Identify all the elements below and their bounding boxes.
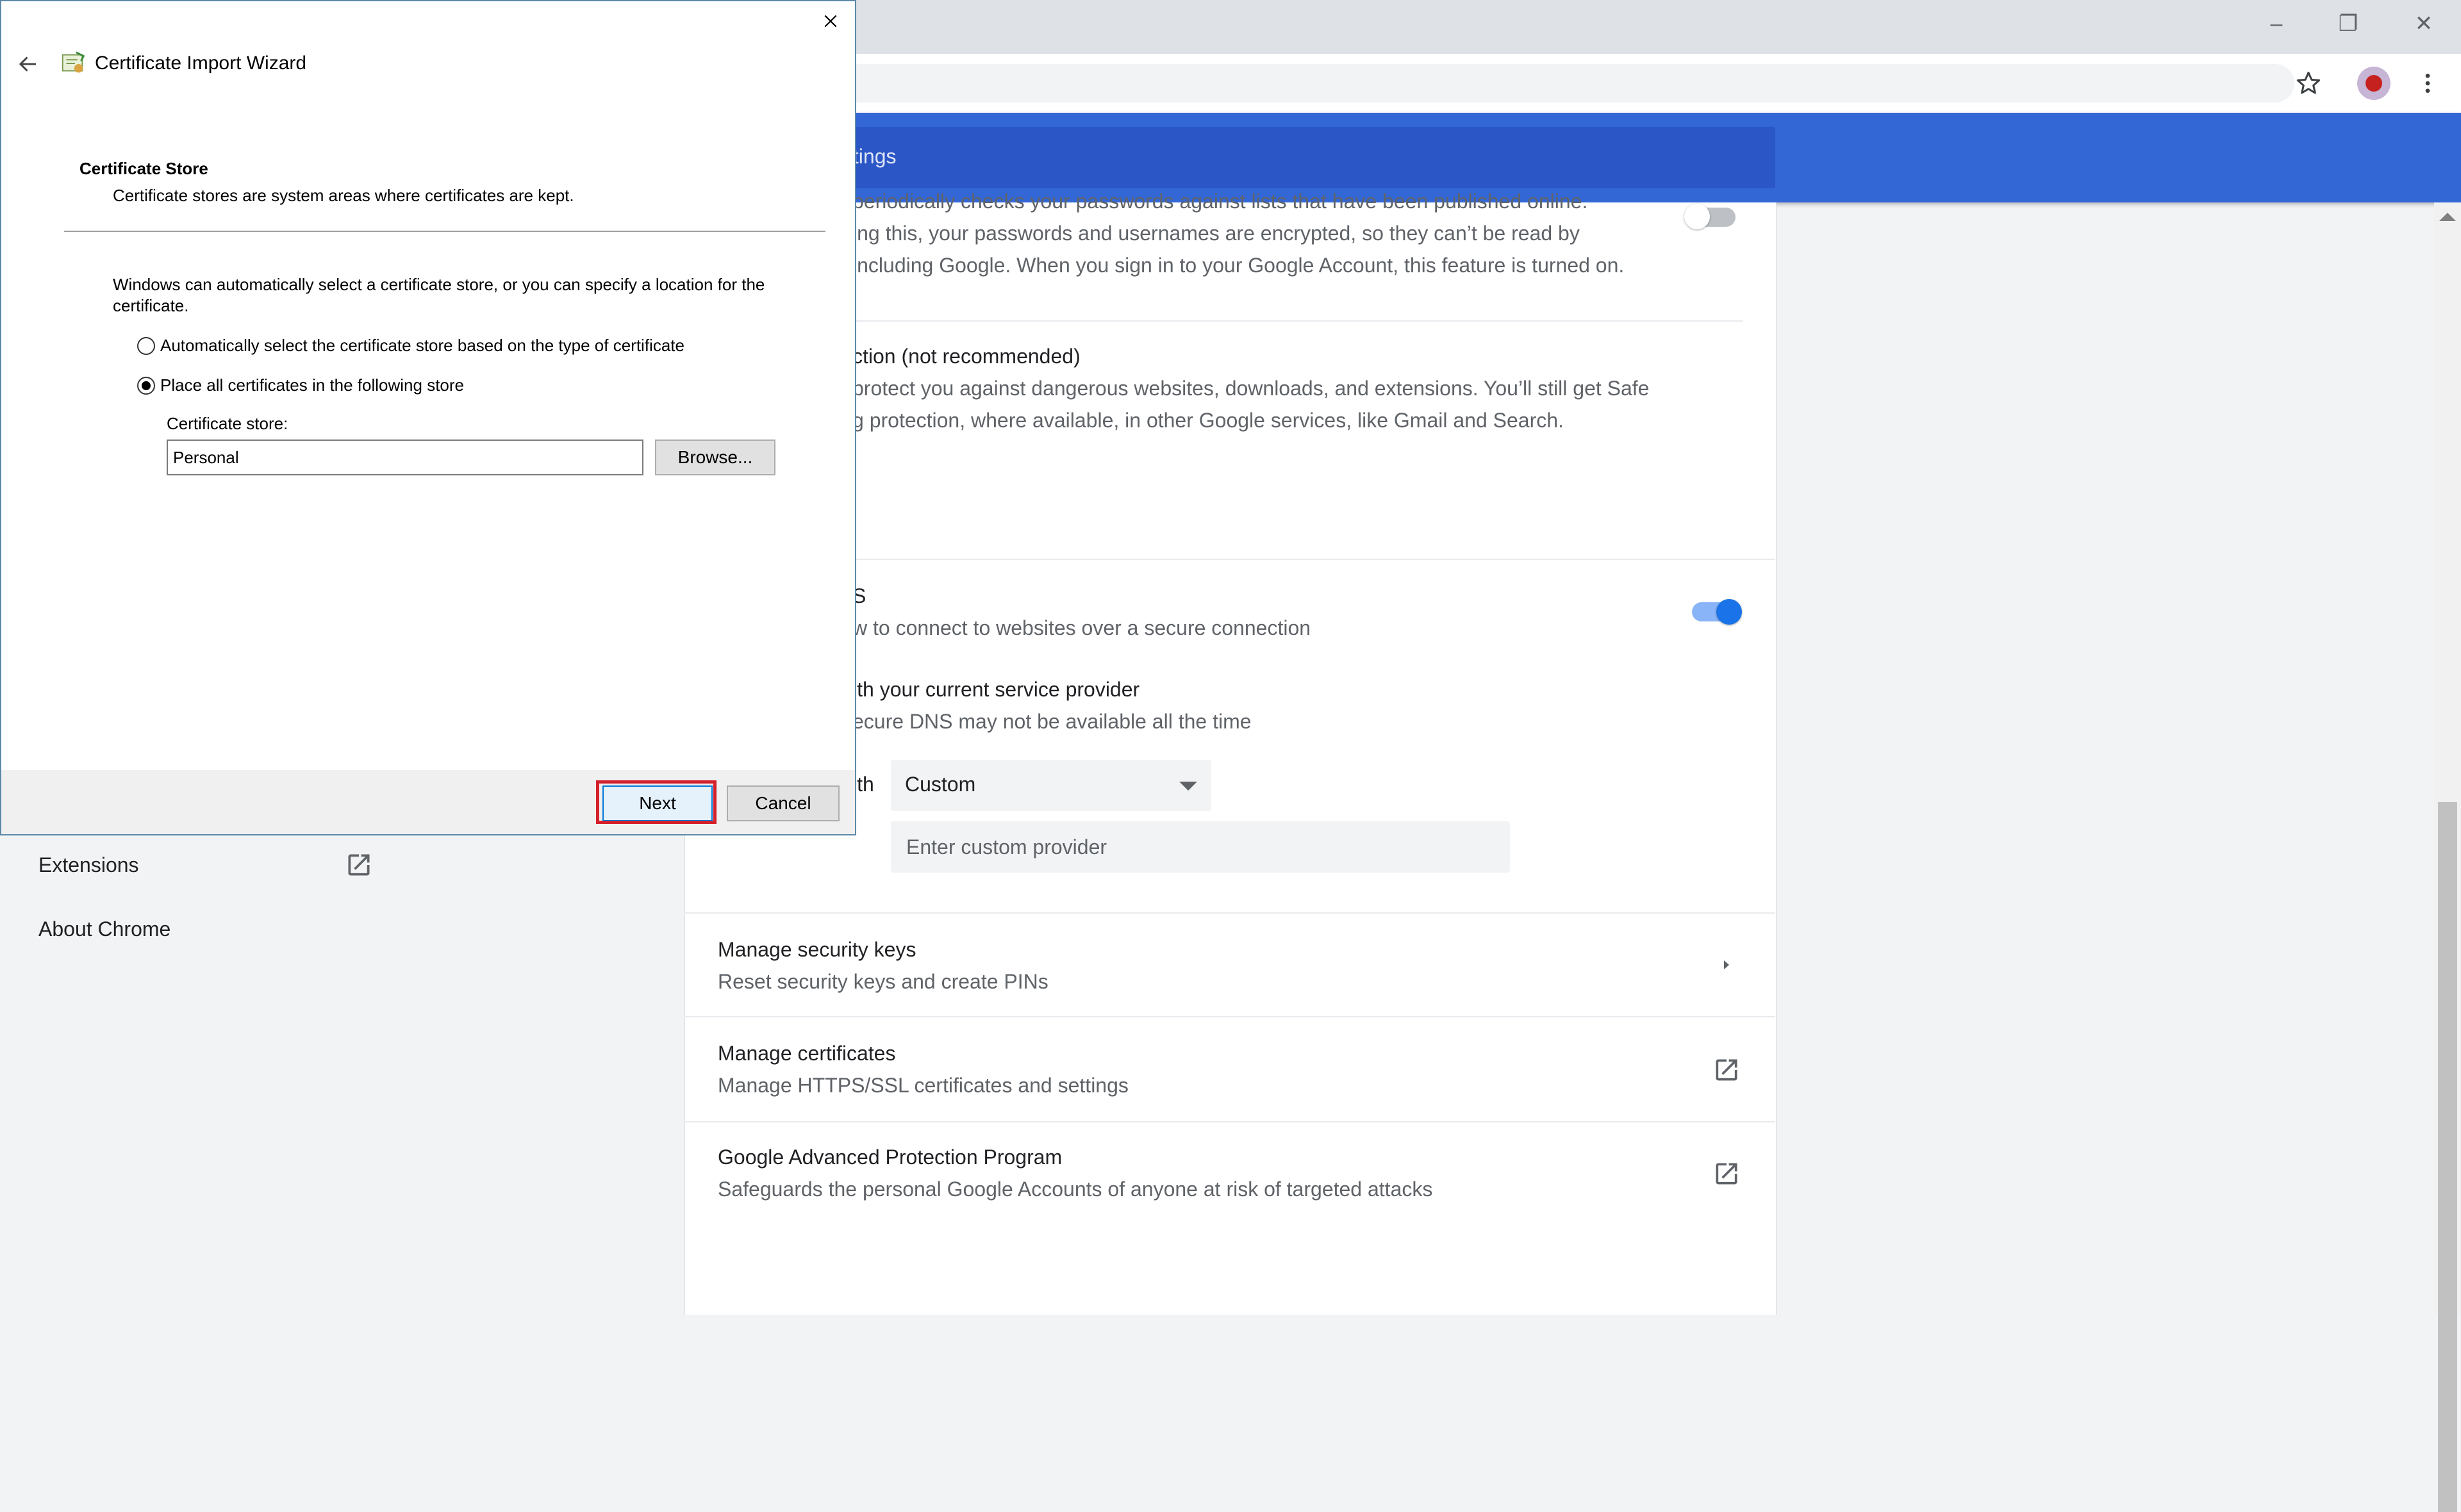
dropdown-arrow-icon: [1179, 782, 1197, 791]
page-scrollbar[interactable]: [2434, 202, 2461, 1512]
wizard-page-heading: Certificate Store: [79, 159, 208, 178]
open-in-new-icon: [1716, 1059, 1737, 1081]
dns-provider-value: Custom: [905, 773, 976, 796]
row-subtitle: Reset security keys and create PINs: [718, 970, 1048, 993]
radio-place-label[interactable]: Place all certificates in the following …: [160, 375, 464, 395]
row-title: Manage security keys: [718, 938, 916, 961]
open-in-new-icon: [348, 854, 370, 876]
minimize-button[interactable]: –: [2241, 0, 2312, 47]
secure-dns-option-current-provider[interactable]: ith your current service provider: [852, 678, 1139, 702]
wizard-page-subheading: Certificate stores are system areas wher…: [113, 186, 574, 205]
row-title: Google Advanced Protection Program: [718, 1146, 1063, 1169]
back-arrow-icon: [19, 56, 36, 72]
radio-auto-label[interactable]: Automatically select the certificate sto…: [160, 336, 684, 356]
more-vert-icon: [2425, 74, 2430, 93]
radio-auto-indicator[interactable]: [137, 336, 155, 355]
password-check-line-2: ing this, your passwords and usernames a…: [852, 222, 1580, 245]
no-protection-title[interactable]: ction (not recommended): [852, 345, 1081, 368]
certificate-import-wizard: Certificate Import Wizard Certificate St…: [0, 0, 856, 835]
certificate-store-label: Certificate store:: [167, 414, 288, 433]
chevron-right-icon: [1724, 960, 1729, 969]
no-protection-line-1: protect you against dangerous websites, …: [852, 377, 1650, 400]
minimize-icon: –: [2270, 11, 2283, 36]
extensions-external-link[interactable]: [340, 846, 378, 884]
secure-dns-description: w to connect to websites over a secure c…: [852, 616, 1311, 639]
certificate-wizard-icon: [62, 51, 85, 73]
profile-avatar[interactable]: [2357, 67, 2391, 100]
wizard-intro-text: Windows can automatically select a certi…: [113, 275, 765, 315]
advanced-protection-external-link[interactable]: [1707, 1155, 1746, 1193]
manage-security-keys-arrow[interactable]: [1707, 946, 1746, 984]
sidebar-item-extensions[interactable]: Extensions: [38, 853, 139, 877]
avatar-icon: [2366, 75, 2382, 92]
secure-dns-toggle-knob[interactable]: [1716, 599, 1742, 625]
bookmark-star-button[interactable]: [2288, 63, 2329, 104]
dialog-title: Certificate Import Wizard: [95, 53, 307, 74]
secure-dns-option-desc: ecure DNS may not be available all the t…: [852, 710, 1252, 733]
certificate-store-field[interactable]: [167, 440, 643, 475]
radio-place-in-store[interactable]: Place all certificates in the following …: [137, 375, 464, 395]
sidebar-item-about-chrome[interactable]: About Chrome: [38, 917, 170, 941]
manage-certificates-external-link[interactable]: [1707, 1051, 1746, 1089]
radio-auto-select-store[interactable]: Automatically select the certificate sto…: [137, 336, 684, 356]
dialog-close-button[interactable]: [811, 5, 850, 37]
row-subtitle: Manage HTTPS/SSL certificates and settin…: [718, 1074, 1129, 1097]
restore-icon: ❐: [2338, 12, 2358, 36]
wizard-back-button[interactable]: [10, 47, 46, 81]
custom-provider-field[interactable]: [891, 821, 1510, 873]
divider: [684, 1016, 1775, 1017]
divider: [684, 912, 1775, 914]
restore-button[interactable]: ❐: [2312, 0, 2384, 47]
open-in-new-icon: [1716, 1163, 1737, 1185]
divider: [833, 320, 1743, 322]
scroll-thumb[interactable]: [2438, 802, 2457, 1512]
certificate-store-input[interactable]: [173, 446, 634, 469]
close-icon: [824, 15, 837, 28]
divider: [684, 1121, 1775, 1122]
browse-button[interactable]: Browse...: [655, 440, 775, 475]
dns-provider-select[interactable]: Custom: [891, 760, 1211, 811]
header-divider: [64, 231, 825, 232]
no-protection-line-2: g protection, where available, in other …: [852, 409, 1564, 432]
star-icon: [2296, 71, 2321, 94]
password-check-toggle-knob[interactable]: [1684, 204, 1710, 229]
close-icon: ✕: [2414, 12, 2433, 36]
next-button-highlight: [596, 780, 717, 824]
cancel-button[interactable]: Cancel: [727, 785, 840, 821]
row-subtitle: Safeguards the personal Google Accounts …: [718, 1178, 1433, 1201]
scroll-up-icon[interactable]: [2439, 213, 2456, 221]
close-window-button[interactable]: ✕: [2388, 0, 2460, 47]
chrome-menu-button[interactable]: [2407, 63, 2448, 104]
radio-place-indicator[interactable]: [137, 376, 155, 395]
password-check-line-3: including Google. When you sign in to yo…: [852, 254, 1625, 277]
address-bar[interactable]: [833, 64, 2294, 103]
row-title: Manage certificates: [718, 1042, 896, 1065]
password-check-line-1: periodically checks your passwords again…: [852, 190, 1588, 213]
custom-provider-input[interactable]: [905, 832, 1497, 862]
